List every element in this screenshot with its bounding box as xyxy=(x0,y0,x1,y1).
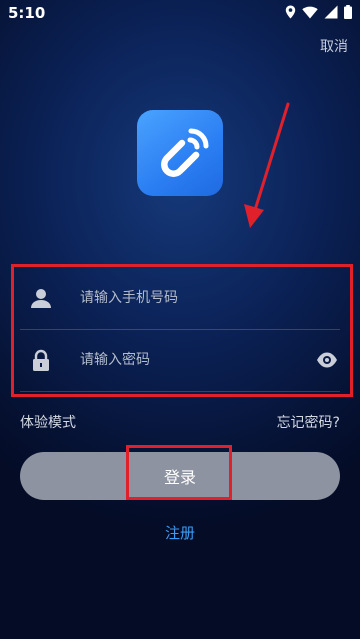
trial-mode-link[interactable]: 体验模式 xyxy=(20,412,76,432)
annotation-highlight-login xyxy=(126,445,232,500)
register-link[interactable]: 注册 xyxy=(0,522,360,543)
annotation-highlight-form xyxy=(11,264,353,397)
forgot-password-link[interactable]: 忘记密码? xyxy=(277,412,340,432)
annotation-arrow xyxy=(244,102,290,228)
